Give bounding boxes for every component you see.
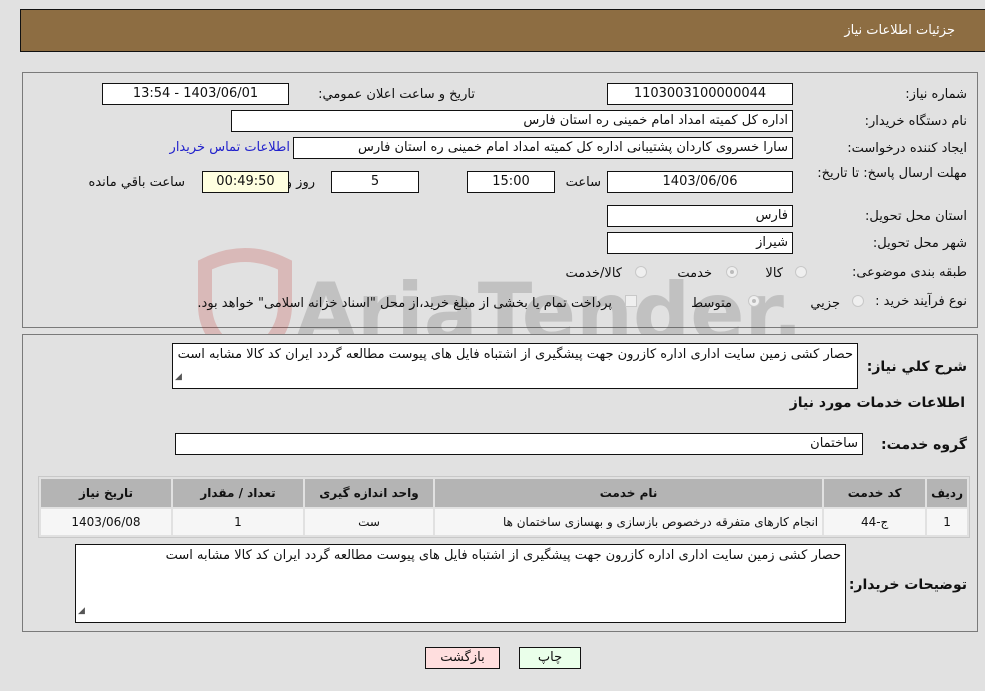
col-header-unit: واحد اندازه گیری [305, 479, 433, 507]
deadline-date-field: 1403/06/06 [607, 171, 793, 193]
announce-date-label: تاريخ و ساعت اعلان عمومي: [318, 87, 475, 102]
service-group-field: ساختمان [175, 433, 863, 455]
category-radio-goods[interactable] [795, 266, 807, 278]
description-label: شرح کلي نياز: [866, 359, 967, 375]
page-title: جزئیات اطلاعات نیاز [844, 23, 955, 38]
buyer-contact-link[interactable]: اطلاعات تماس خریدار [170, 140, 290, 155]
process-option-minor: جزيي [810, 296, 840, 311]
buyer-notes-textarea[interactable]: حصار کشی زمین سایت اداری اداره کازرون جه… [75, 544, 846, 623]
col-header-need-date: تاریخ نیاز [41, 479, 171, 507]
province-label: استان محل تحویل: [865, 209, 967, 224]
city-label: شهر محل تحویل: [872, 236, 967, 251]
need-number-field: 1103003100000044 [607, 83, 793, 105]
back-button[interactable]: بازگشت [425, 647, 500, 669]
category-radio-service[interactable] [726, 266, 738, 278]
col-header-service-code: کد خدمت [824, 479, 926, 507]
process-radio-minor[interactable] [852, 295, 864, 307]
process-radio-medium[interactable] [748, 295, 760, 307]
province-field: فارس [607, 205, 793, 227]
print-button[interactable]: چاپ [519, 647, 581, 669]
col-header-row-number: ردیف [927, 479, 967, 507]
buyer-notes-label: توضیحات خریدار: [848, 577, 967, 593]
process-option-medium: متوسط [691, 296, 732, 311]
col-header-service-name: نام خدمت [435, 479, 823, 507]
process-label: نوع فرآیند خرید : [875, 294, 967, 309]
page-header: جزئیات اطلاعات نیاز [20, 9, 985, 52]
cell-service-name: انجام کارهای متفرقه درخصوص بازسازی و بهس… [435, 509, 823, 535]
description-text: حصار کشی زمین سایت اداری اداره کازرون جه… [177, 347, 853, 362]
category-radio-goods-service[interactable] [635, 266, 647, 278]
cell-service-code: ج-44 [824, 509, 926, 535]
deadline-time-label: ساعت [565, 175, 601, 190]
col-header-quantity: تعداد / مقدار [173, 479, 303, 507]
treasury-payment-checkbox[interactable] [625, 295, 637, 307]
resize-grip-icon[interactable]: ◢ [175, 368, 182, 387]
service-group-label: گروه خدمت: [881, 437, 967, 453]
category-option-goods-service: کالا/خدمت [565, 266, 622, 281]
days-label: روز و [285, 175, 315, 190]
buyer-org-label: نام دستگاه خریدار: [864, 114, 967, 129]
cell-need-date: 1403/06/08 [41, 509, 171, 535]
cell-row-number: 1 [927, 509, 967, 535]
days-remaining-field: 5 [331, 171, 419, 193]
need-number-label: شماره نیاز: [905, 87, 967, 102]
payment-note: پرداخت تمام یا بخشی از مبلغ خرید،از محل … [197, 296, 612, 311]
buyer-notes-text: حصار کشی زمین سایت اداری اداره کازرون جه… [165, 548, 841, 563]
creator-field: سارا خسروی کاردان پشتیبانی اداره کل کمیت… [293, 137, 793, 159]
creator-label: ایجاد کننده درخواست: [847, 141, 967, 156]
deadline-time-field: 15:00 [467, 171, 555, 193]
description-textarea[interactable]: حصار کشی زمین سایت اداری اداره کازرون جه… [172, 343, 858, 389]
buyer-org-field: اداره کل کمیته امداد امام خمینی ره استان… [231, 110, 793, 132]
announce-date-field: 1403/06/01 - 13:54 [102, 83, 289, 105]
category-option-goods: کالا [765, 266, 783, 281]
resize-grip-icon[interactable]: ◢ [78, 602, 85, 621]
services-table: ردیف کد خدمت نام خدمت واحد اندازه گیری ت… [38, 476, 970, 538]
table-header-row: ردیف کد خدمت نام خدمت واحد اندازه گیری ت… [41, 479, 967, 507]
table-row: 1 ج-44 انجام کارهای متفرقه درخصوص بازساز… [41, 509, 967, 535]
remaining-time-label: ساعت باقي مانده [88, 175, 185, 190]
cell-quantity: 1 [173, 509, 303, 535]
category-label: طبقه بندی موضوعی: [851, 265, 967, 280]
category-option-service: خدمت [677, 266, 712, 281]
city-field: شیراز [607, 232, 793, 254]
cell-unit: ست [305, 509, 433, 535]
remaining-time-field: 00:49:50 [202, 171, 289, 193]
services-section-title: اطلاعات خدمات مورد نیاز [789, 395, 965, 411]
deadline-label: مهلت ارسال پاسخ: تا تاریخ: [817, 166, 967, 181]
